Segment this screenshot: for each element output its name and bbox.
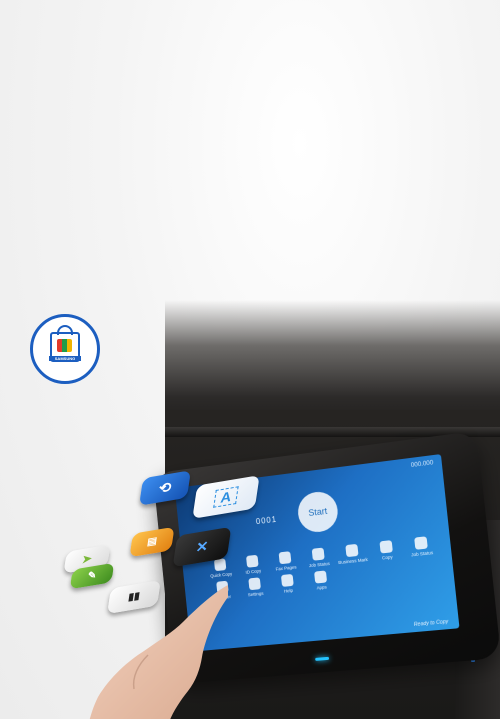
app-icon [213, 558, 227, 572]
app-icon [280, 573, 294, 587]
app-item[interactable]: Copy [371, 539, 401, 561]
app-item[interactable]: Job Status [406, 535, 437, 557]
app-item[interactable]: Business Mark [337, 543, 369, 566]
app-label: Job Status [410, 550, 434, 558]
app-label: Apps [316, 584, 327, 591]
status-text: Ready to Copy [413, 618, 449, 629]
app-label: Quick Copy [210, 571, 233, 579]
brand-label: SAMSUNG [49, 356, 81, 361]
app-icon [414, 536, 428, 550]
app-label: Help [283, 587, 294, 594]
screen-top-right: 000.000 [410, 460, 434, 470]
app-item[interactable]: Help [273, 573, 302, 595]
app-icon [379, 540, 393, 554]
app-item[interactable]: Apps [306, 570, 336, 592]
app-icon [311, 547, 325, 561]
app-item[interactable]: ID Copy [238, 554, 267, 575]
cube-icon [57, 339, 72, 352]
app-item[interactable]: Settings [241, 577, 270, 598]
start-button[interactable]: Start [296, 489, 340, 535]
app-label: Settings [247, 590, 264, 598]
copy-counter: 0001 [255, 514, 278, 527]
letter-a-glyph: A [213, 486, 239, 508]
app-grid: Quick Copy ID Copy Fax Pages Job Status … [206, 535, 443, 601]
app-icon [345, 543, 359, 558]
app-label: ID Copy [245, 568, 262, 575]
scene: 000.000 0001 Start Quick Copy ID Copy Fa… [0, 0, 500, 719]
status-led [315, 656, 330, 661]
app-icon [245, 554, 259, 568]
app-label: Copy [381, 554, 393, 561]
tools-glyph: ✕ [194, 537, 210, 556]
app-label: Job Status [308, 560, 331, 569]
app-item[interactable]: Job Status [304, 547, 334, 569]
app-item[interactable]: Fax Pages [271, 550, 300, 572]
app-label: Fax Pages [275, 564, 297, 572]
scan-glyph: ⟲ [157, 478, 173, 497]
plane-glyph: ➤ [81, 552, 93, 567]
start-label: Start [307, 505, 328, 519]
hand-pointing [89, 585, 228, 719]
app-icon [278, 551, 292, 565]
app-store-badge[interactable]: SAMSUNG [30, 314, 100, 384]
app-label: Business Mark [338, 556, 369, 566]
app-icon [248, 577, 261, 591]
folder-glyph: ▤ [146, 535, 158, 549]
green-tile-glyph: ✎ [86, 569, 98, 583]
app-icon [314, 570, 328, 584]
